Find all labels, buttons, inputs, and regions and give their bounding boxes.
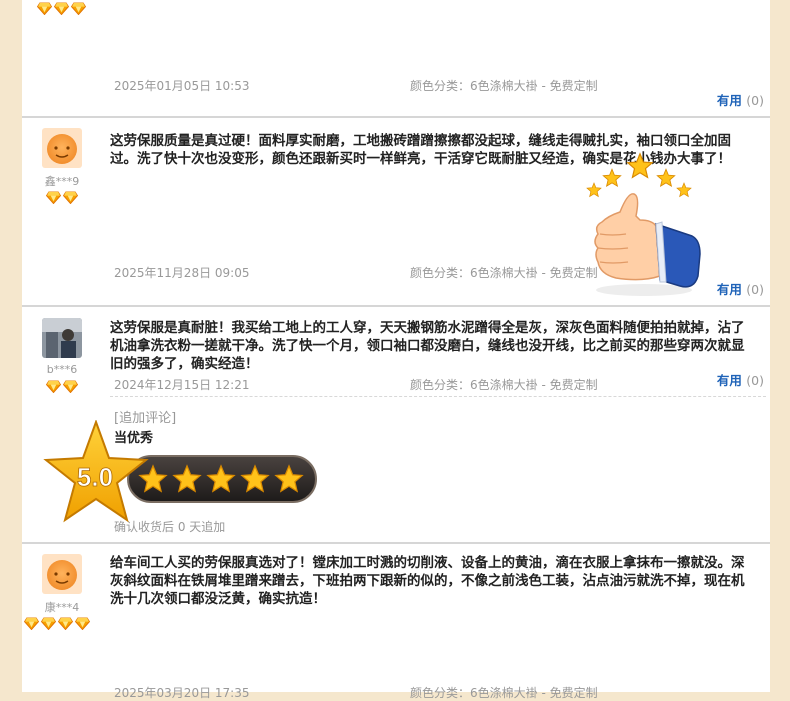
reviewer-nickname: 鑫***9 [44, 175, 80, 188]
thumbs-up-icon [586, 153, 701, 296]
avatar-icon [42, 554, 82, 594]
gem-icon [37, 2, 52, 15]
review-date: 2024年12月15日 12:21 [114, 378, 250, 392]
gem-icon [63, 191, 78, 204]
review-spec: 颜色分类：6色涤棉大褂 - 免费定制 [410, 378, 598, 392]
star-icon [586, 153, 692, 197]
gem-icon [54, 2, 69, 15]
user-level-gems [46, 380, 78, 393]
review-spec: 颜色分类：6色涤棉大褂 - 免费定制 [410, 266, 598, 280]
useful-count: (0) [746, 373, 764, 388]
useful-count: (0) [746, 282, 764, 297]
useful-button[interactable]: 有用 (0) [717, 279, 764, 298]
review-spec: 颜色分类：6色涤棉大褂 - 免费定制 [410, 79, 598, 93]
reviewer-nickname: b***6 [46, 363, 78, 376]
review-spec: 颜色分类：6色涤棉大褂 - 免费定制 [410, 686, 598, 700]
gem-icon [71, 2, 86, 15]
gem-icon [75, 617, 90, 630]
review-item-4: 康***4 给车间工人买的劳保服真选对了！镗床加工时溅的切削液、设备上的黄油，滴… [22, 544, 770, 700]
review-text: 这劳保服是真耐脏！我买给工地上的工人穿，天天搬钢筋水泥蹭得全是灰，深灰色面料随便… [110, 320, 745, 372]
gem-icon [46, 380, 61, 393]
review-date: 2025年11月28日 09:05 [114, 266, 250, 280]
useful-label: 有用 [716, 93, 742, 108]
rating-badge: 5.0 [43, 420, 317, 523]
review-item-1: 2025年01月05日 10:53 颜色分类：6色涤棉大褂 - 免费定制 有用 … [22, 0, 770, 118]
gem-icon [63, 380, 78, 393]
gem-icon [41, 617, 56, 630]
useful-count: (0) [746, 93, 764, 108]
followup-divider [110, 396, 766, 397]
gem-icon [58, 617, 73, 630]
useful-button[interactable]: 有用 (0) [717, 370, 764, 389]
user-level-gems [46, 191, 78, 204]
rating-score: 5.0 [77, 462, 113, 492]
review-text: 给车间工人买的劳保服真选对了！镗床加工时溅的切削液、设备上的黄油，滴在衣服上拿抹… [110, 555, 745, 607]
user-level-gems [37, 2, 86, 15]
useful-label: 有用 [716, 373, 742, 388]
avatar-icon [42, 318, 82, 358]
avatar-icon [42, 128, 82, 168]
useful-button[interactable]: 有用 (0) [717, 90, 764, 109]
useful-label: 有用 [716, 282, 742, 297]
review-date: 2025年01月05日 10:53 [114, 79, 250, 93]
review-date: 2025年03月20日 17:35 [114, 686, 250, 700]
user-level-gems [24, 617, 90, 630]
gem-icon [46, 191, 61, 204]
gem-icon [24, 617, 39, 630]
reviewer-nickname: 康***4 [44, 601, 80, 614]
reviews-panel: 2025年01月05日 10:53 颜色分类：6色涤棉大褂 - 免费定制 有用 … [22, 0, 770, 700]
